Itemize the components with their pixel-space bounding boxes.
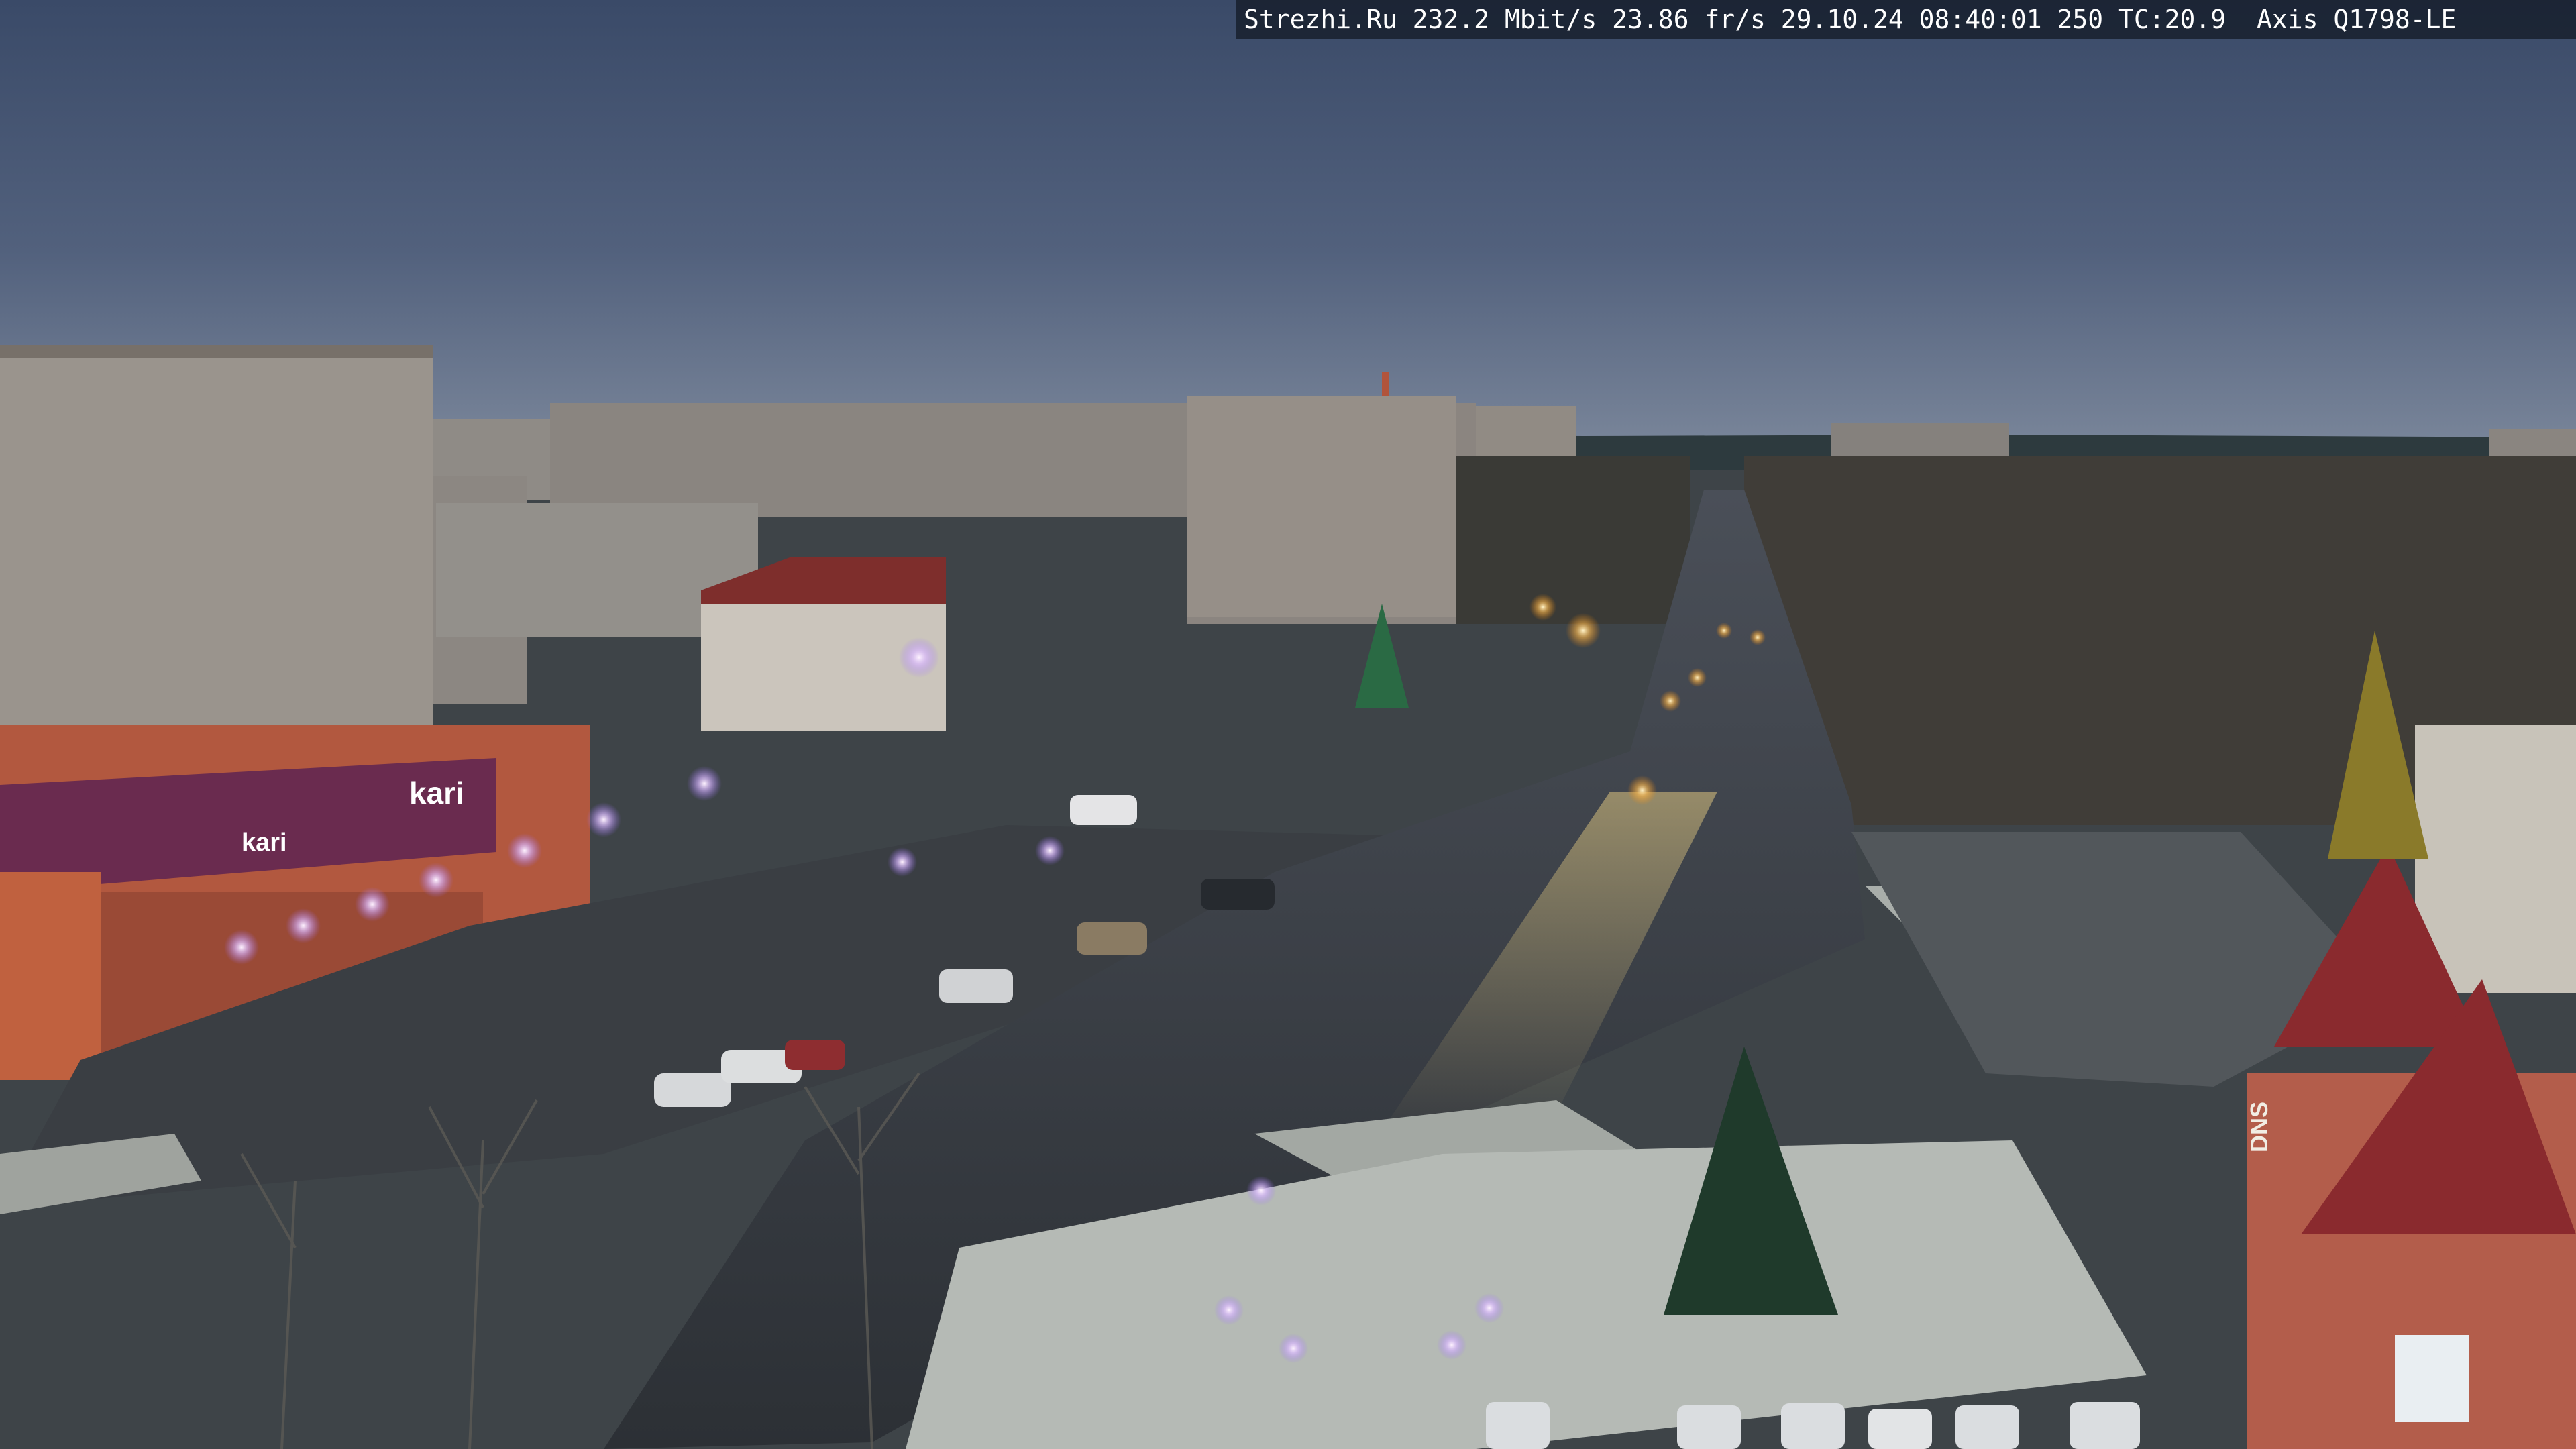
kari-store-sign-secondary: kari (241, 828, 287, 857)
dns-sign: DNS (2245, 1102, 2273, 1152)
apartment-block-center (1187, 396, 1456, 617)
camera-overlay-text: Strezhi.Ru 232.2 Mbit/s 23.86 fr/s 29.10… (1236, 0, 2576, 39)
webcam-scene: kari kari DNS (0, 0, 2576, 1449)
kari-store-sign: kari (409, 775, 464, 810)
